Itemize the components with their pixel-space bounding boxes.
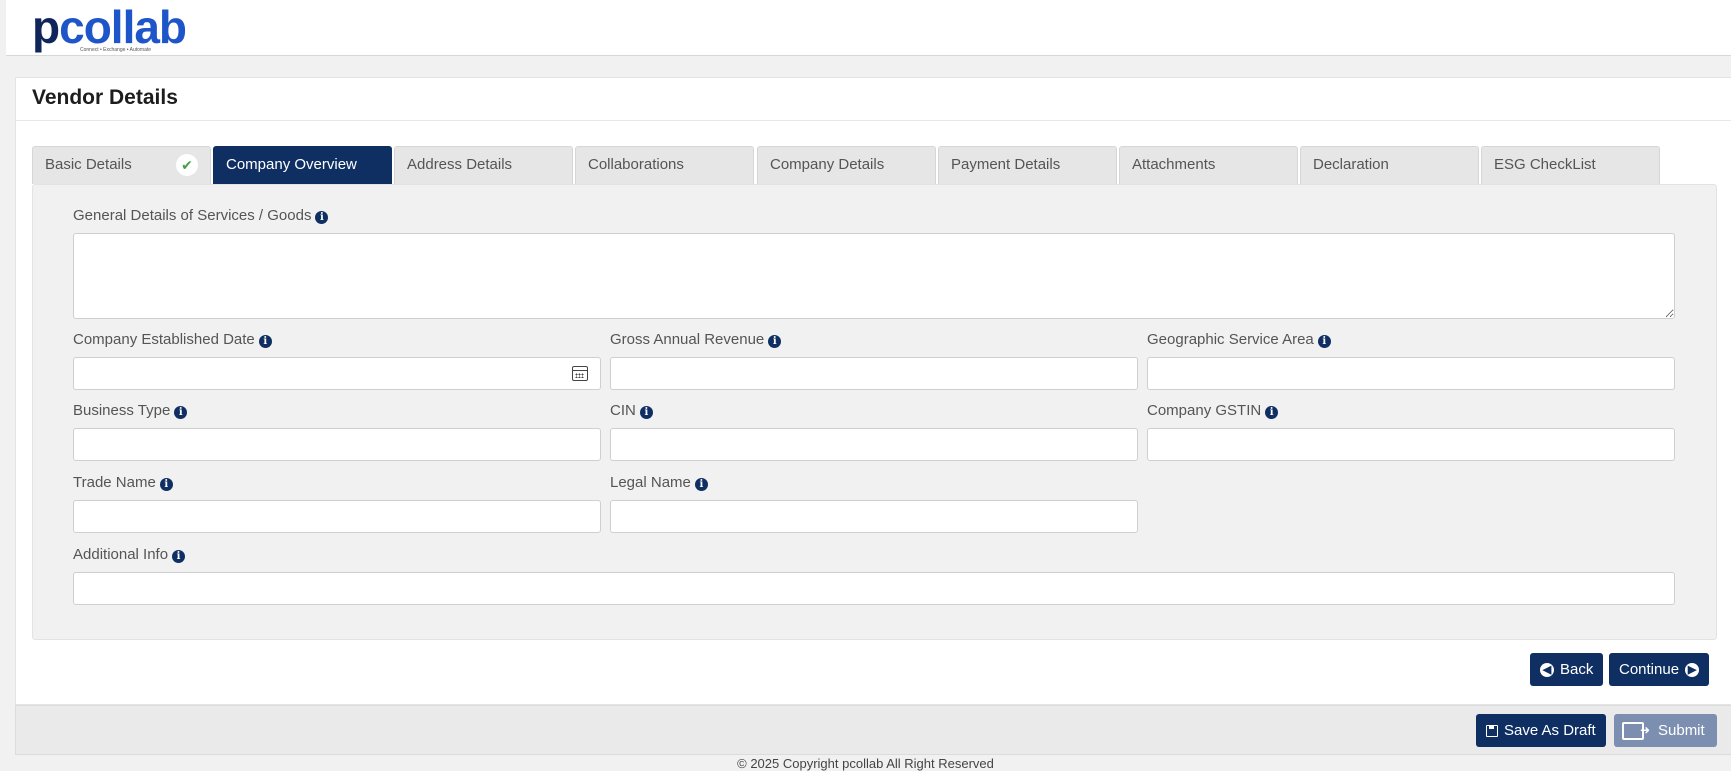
info-icon[interactable]: i — [258, 335, 272, 348]
tab-company-details[interactable]: Company Details — [757, 146, 936, 184]
tab-payment-details[interactable]: Payment Details — [938, 146, 1117, 184]
vendor-details-card: Vendor Details Basic Details ✔ Company O… — [15, 77, 1731, 705]
legal-name-label: Legal Name i — [610, 474, 708, 491]
info-icon[interactable]: i — [694, 478, 708, 491]
info-icon[interactable]: i — [1265, 406, 1279, 419]
continue-label: Continue — [1619, 661, 1680, 678]
footer-action-bar: Save As Draft Submit — [15, 705, 1731, 755]
label-text: General Details of Services / Goods — [73, 207, 312, 224]
floppy-disk-icon — [1486, 724, 1498, 737]
tab-label: Basic Details — [45, 156, 132, 173]
submit-label: Submit — [1658, 722, 1705, 739]
arrow-circle-left-icon: ◀ — [1540, 662, 1554, 677]
label-text: Business Type — [73, 402, 171, 419]
general-details-label: General Details of Services / Goods i — [73, 207, 329, 224]
gross-revenue-input[interactable] — [610, 357, 1138, 390]
label-text: Gross Annual Revenue — [610, 331, 765, 348]
label-text: Trade Name — [73, 474, 156, 491]
legal-name-input[interactable] — [610, 500, 1138, 533]
geo-area-label: Geographic Service Area i — [1147, 331, 1331, 348]
back-button[interactable]: ◀ Back — [1530, 653, 1604, 686]
established-date-label: Company Established Date i — [73, 331, 272, 348]
tab-label: Collaborations — [588, 156, 684, 173]
info-icon[interactable]: i — [315, 211, 329, 224]
top-bar: pcollab Connect • Exchange • Automate — [6, 0, 1731, 56]
cin-label: CIN i — [610, 402, 653, 419]
title-divider — [16, 120, 1731, 121]
label-text: Company Established Date — [73, 331, 255, 348]
gstin-input[interactable] — [1147, 428, 1675, 461]
tab-label: Company Details — [770, 156, 885, 173]
logo-rest: collab — [59, 1, 187, 53]
established-date-input[interactable] — [73, 357, 601, 390]
info-icon[interactable]: i — [172, 550, 186, 563]
copyright-text: © 2025 Copyright pcollab All Right Reser… — [737, 756, 994, 771]
check-circle-icon: ✔ — [176, 154, 198, 176]
tab-label: Company Overview — [226, 156, 357, 173]
tab-label: Declaration — [1313, 156, 1389, 173]
page-title: Vendor Details — [32, 86, 178, 109]
tab-esg-checklist[interactable]: ESG CheckList — [1481, 146, 1660, 184]
label-text: Company GSTIN — [1147, 402, 1262, 419]
tab-label: Payment Details — [951, 156, 1061, 173]
tab-collaborations[interactable]: Collaborations — [575, 146, 754, 184]
save-draft-label: Save As Draft — [1504, 722, 1596, 739]
general-details-textarea[interactable] — [73, 233, 1675, 319]
tab-declaration[interactable]: Declaration — [1300, 146, 1479, 184]
submit-button[interactable]: Submit — [1614, 714, 1717, 747]
label-text: Legal Name — [610, 474, 691, 491]
additional-info-label: Additional Info i — [73, 546, 186, 563]
business-type-input[interactable] — [73, 428, 601, 461]
arrow-circle-right-icon: ▶ — [1685, 662, 1700, 677]
save-as-draft-button[interactable]: Save As Draft — [1476, 714, 1606, 747]
cin-input[interactable] — [610, 428, 1138, 461]
tab-address-details[interactable]: Address Details — [394, 146, 573, 184]
logo-p: p — [32, 1, 60, 53]
tab-label: Attachments — [1132, 156, 1216, 173]
label-text: Geographic Service Area — [1147, 331, 1314, 348]
info-icon[interactable]: i — [159, 478, 173, 491]
pcollab-logo[interactable]: pcollab Connect • Exchange • Automate — [32, 4, 187, 53]
submit-card-icon — [1622, 721, 1650, 740]
business-type-label: Business Type i — [73, 402, 188, 419]
trade-name-label: Trade Name i — [73, 474, 173, 491]
trade-name-input[interactable] — [73, 500, 601, 533]
info-icon[interactable]: i — [768, 335, 782, 348]
logo-wordmark: pcollab — [32, 4, 187, 50]
label-text: Additional Info — [73, 546, 169, 563]
continue-button[interactable]: Continue ▶ — [1609, 653, 1710, 686]
tab-company-overview[interactable]: Company Overview — [213, 146, 392, 184]
tab-basic-details[interactable]: Basic Details ✔ — [32, 146, 211, 184]
tab-label: ESG CheckList — [1494, 156, 1596, 173]
info-icon[interactable]: i — [174, 406, 188, 419]
calendar-icon[interactable] — [572, 366, 588, 381]
gstin-label: Company GSTIN i — [1147, 402, 1279, 419]
tab-attachments[interactable]: Attachments — [1119, 146, 1298, 184]
company-overview-form: General Details of Services / Goods i Com… — [32, 184, 1717, 640]
info-icon[interactable]: i — [639, 406, 653, 419]
gross-revenue-label: Gross Annual Revenue i — [610, 331, 782, 348]
label-text: CIN — [610, 402, 636, 419]
geo-area-input[interactable] — [1147, 357, 1675, 390]
info-icon[interactable]: i — [1317, 335, 1331, 348]
tab-label: Address Details — [407, 156, 513, 173]
additional-info-input[interactable] — [73, 572, 1675, 605]
back-label: Back — [1560, 661, 1594, 678]
